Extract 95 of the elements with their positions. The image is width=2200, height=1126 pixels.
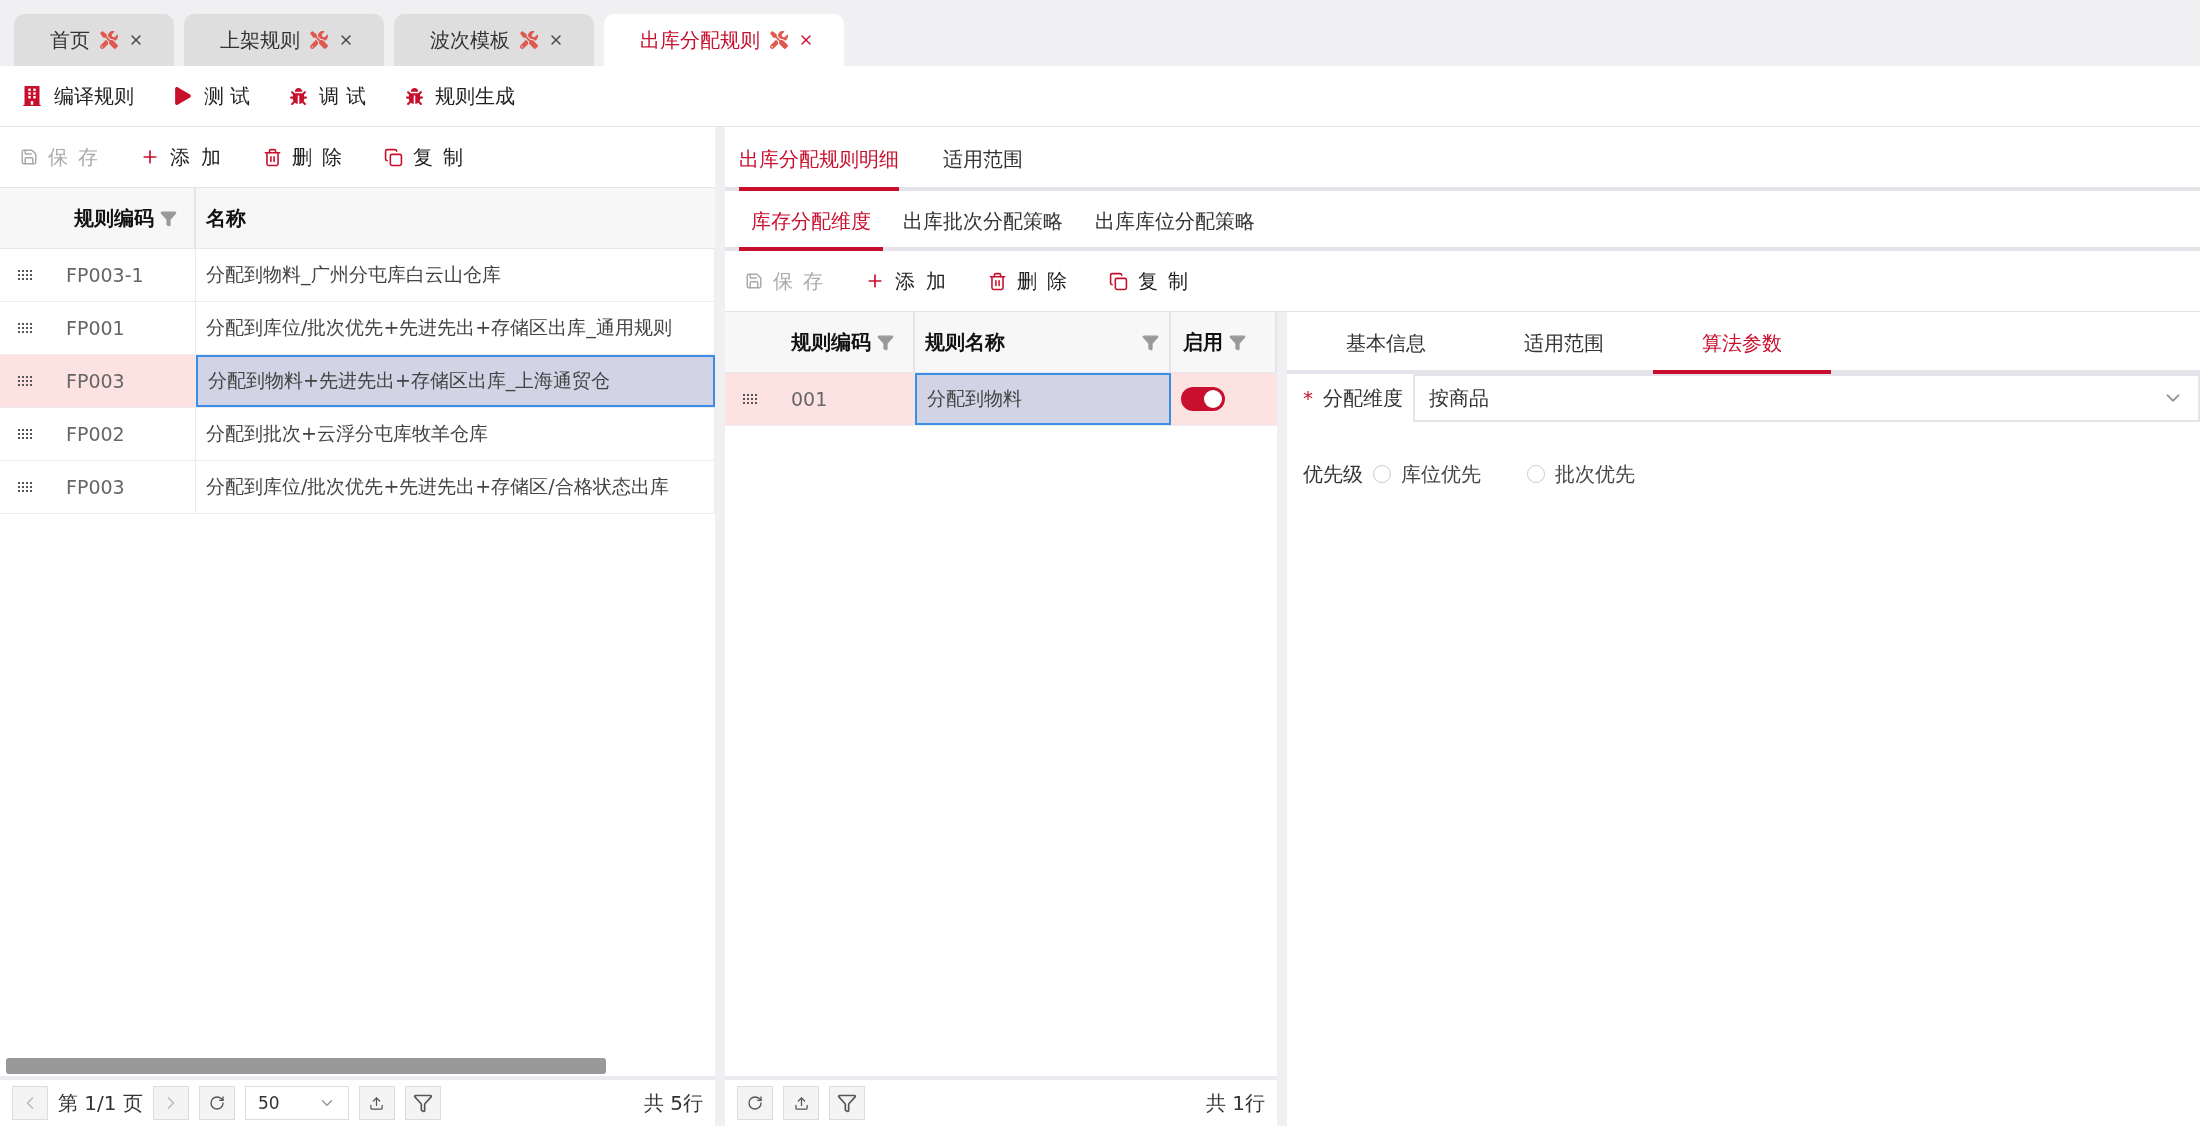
table-cell: FP003 bbox=[56, 461, 196, 513]
toggle-switch[interactable] bbox=[1181, 387, 1225, 411]
table-cell: 分配到批次+云浮分屯库牧羊仓库 bbox=[196, 408, 715, 460]
radio-button[interactable] bbox=[1527, 465, 1545, 483]
field-label: 优先级 bbox=[1303, 460, 1363, 488]
filter-icon[interactable] bbox=[1229, 333, 1246, 351]
select-value: 按商品 bbox=[1429, 384, 1489, 412]
column-header: 规则编码 bbox=[74, 204, 154, 232]
tab[interactable]: 适用范围 bbox=[943, 127, 1023, 191]
page-size-select[interactable]: 50 bbox=[244, 1086, 349, 1120]
tools-icon bbox=[310, 31, 328, 49]
toolbar-button[interactable]: 添 加 bbox=[865, 267, 948, 295]
toolbar-button[interactable]: 删 除 bbox=[987, 267, 1070, 295]
tab[interactable]: 出库批次分配策略 bbox=[891, 191, 1075, 251]
scrollbar-thumb[interactable] bbox=[6, 1058, 606, 1074]
upload-icon bbox=[369, 1095, 385, 1111]
page-indicator: 第 1/1 页 bbox=[58, 1089, 143, 1117]
tab[interactable]: 出库库位分配策略 bbox=[1083, 191, 1267, 251]
toolbar-button[interactable]: 编译规则 bbox=[22, 82, 134, 110]
select-value: 50 bbox=[257, 1093, 280, 1113]
bug-icon bbox=[290, 87, 308, 105]
refresh-icon bbox=[747, 1095, 763, 1111]
tab-label: 上架规则 bbox=[220, 26, 300, 54]
toolbar-button[interactable]: 规则生成 bbox=[405, 82, 515, 110]
save-icon bbox=[745, 272, 763, 290]
table-cell: 分配到库位/批次优先+先进先出+存储区出库_通用规则 bbox=[196, 302, 715, 354]
refresh-button[interactable] bbox=[737, 1086, 773, 1120]
row-count: 共 5行 bbox=[643, 1089, 703, 1117]
drag-handle-icon[interactable] bbox=[18, 323, 34, 333]
radio-label: 批次优先 bbox=[1555, 460, 1635, 488]
row-count: 共 1行 bbox=[1205, 1089, 1265, 1117]
table-cell: FP003-1 bbox=[56, 249, 196, 301]
column-header: 规则名称 bbox=[925, 328, 1005, 356]
column-header: 规则编码 bbox=[791, 328, 871, 356]
drag-handle-icon[interactable] bbox=[18, 429, 34, 439]
toolbar-button[interactable]: 复 制 bbox=[1109, 267, 1191, 295]
field-label: 分配维度 bbox=[1323, 384, 1403, 412]
filter-icon[interactable] bbox=[1142, 333, 1159, 351]
tab-label: 出库分配规则 bbox=[640, 26, 760, 54]
drag-handle-icon[interactable] bbox=[743, 394, 759, 404]
tab[interactable]: 适用范围 bbox=[1475, 312, 1653, 374]
toolbar-button[interactable]: 复 制 bbox=[384, 143, 466, 171]
filter-icon[interactable] bbox=[877, 333, 894, 351]
drag-handle-icon[interactable] bbox=[18, 482, 34, 492]
refresh-icon bbox=[208, 1095, 225, 1111]
column-header: 名称 bbox=[206, 204, 246, 232]
bug-icon bbox=[405, 87, 423, 105]
refresh-button[interactable] bbox=[198, 1086, 235, 1120]
tab[interactable]: 出库分配规则明细 bbox=[739, 127, 899, 191]
table-cell: 分配到物料_广州分屯库白云山仓库 bbox=[196, 249, 715, 301]
trash-icon bbox=[987, 271, 1007, 291]
toolbar-button[interactable]: 测 试 bbox=[174, 82, 251, 110]
upload-icon bbox=[793, 1095, 809, 1111]
table-cell: FP002 bbox=[56, 408, 196, 460]
radio-label: 库位优先 bbox=[1401, 460, 1481, 488]
filter-icon bbox=[412, 1093, 433, 1113]
tab-label: 首页 bbox=[50, 26, 90, 54]
page-tab[interactable]: 波次模板 bbox=[394, 14, 594, 66]
play-icon bbox=[174, 87, 192, 105]
filter-icon bbox=[837, 1093, 857, 1113]
export-button[interactable] bbox=[783, 1086, 819, 1120]
filter-button[interactable] bbox=[829, 1086, 865, 1120]
table-cell: FP003 bbox=[56, 355, 196, 407]
export-button[interactable] bbox=[358, 1086, 395, 1120]
filter-icon[interactable] bbox=[160, 209, 177, 227]
copy-icon bbox=[384, 147, 404, 167]
tab[interactable]: 基本信息 bbox=[1297, 312, 1475, 374]
tools-icon bbox=[770, 31, 788, 49]
tab-label: 波次模板 bbox=[430, 26, 510, 54]
table-cell: 分配到物料 bbox=[915, 373, 1171, 425]
table-cell: 分配到库位/批次优先+先进先出+存储区/合格状态出库 bbox=[196, 461, 715, 513]
tools-icon bbox=[100, 31, 118, 49]
toolbar-button[interactable]: 删 除 bbox=[262, 143, 345, 171]
filter-button[interactable] bbox=[404, 1086, 441, 1120]
toolbar-button[interactable]: 调 试 bbox=[290, 82, 366, 110]
copy-icon bbox=[1109, 271, 1129, 291]
drag-handle-icon[interactable] bbox=[18, 270, 34, 280]
save-icon bbox=[20, 148, 38, 166]
table-cell: FP001 bbox=[56, 302, 196, 354]
page-tab[interactable]: 上架规则 bbox=[184, 14, 384, 66]
page-tab[interactable]: 出库分配规则 bbox=[604, 14, 844, 66]
table-cell: 分配到物料+先进先出+存储区出库_上海通贸仓 bbox=[196, 355, 715, 407]
required-mark: * bbox=[1303, 386, 1313, 410]
tab[interactable]: 库存分配维度 bbox=[739, 191, 883, 251]
toolbar-button[interactable]: 添 加 bbox=[140, 143, 223, 171]
tools-icon bbox=[520, 31, 538, 49]
page-tab[interactable]: 首页 bbox=[14, 14, 174, 66]
column-header: 启用 bbox=[1183, 328, 1223, 356]
building-icon bbox=[22, 86, 42, 106]
radio-button[interactable] bbox=[1373, 465, 1391, 483]
tab[interactable]: 算法参数 bbox=[1653, 312, 1831, 374]
trash-icon bbox=[262, 147, 282, 167]
drag-handle-icon[interactable] bbox=[18, 376, 34, 386]
dimension-select[interactable]: 按商品 bbox=[1413, 374, 2200, 422]
table-cell: 001 bbox=[781, 373, 915, 425]
